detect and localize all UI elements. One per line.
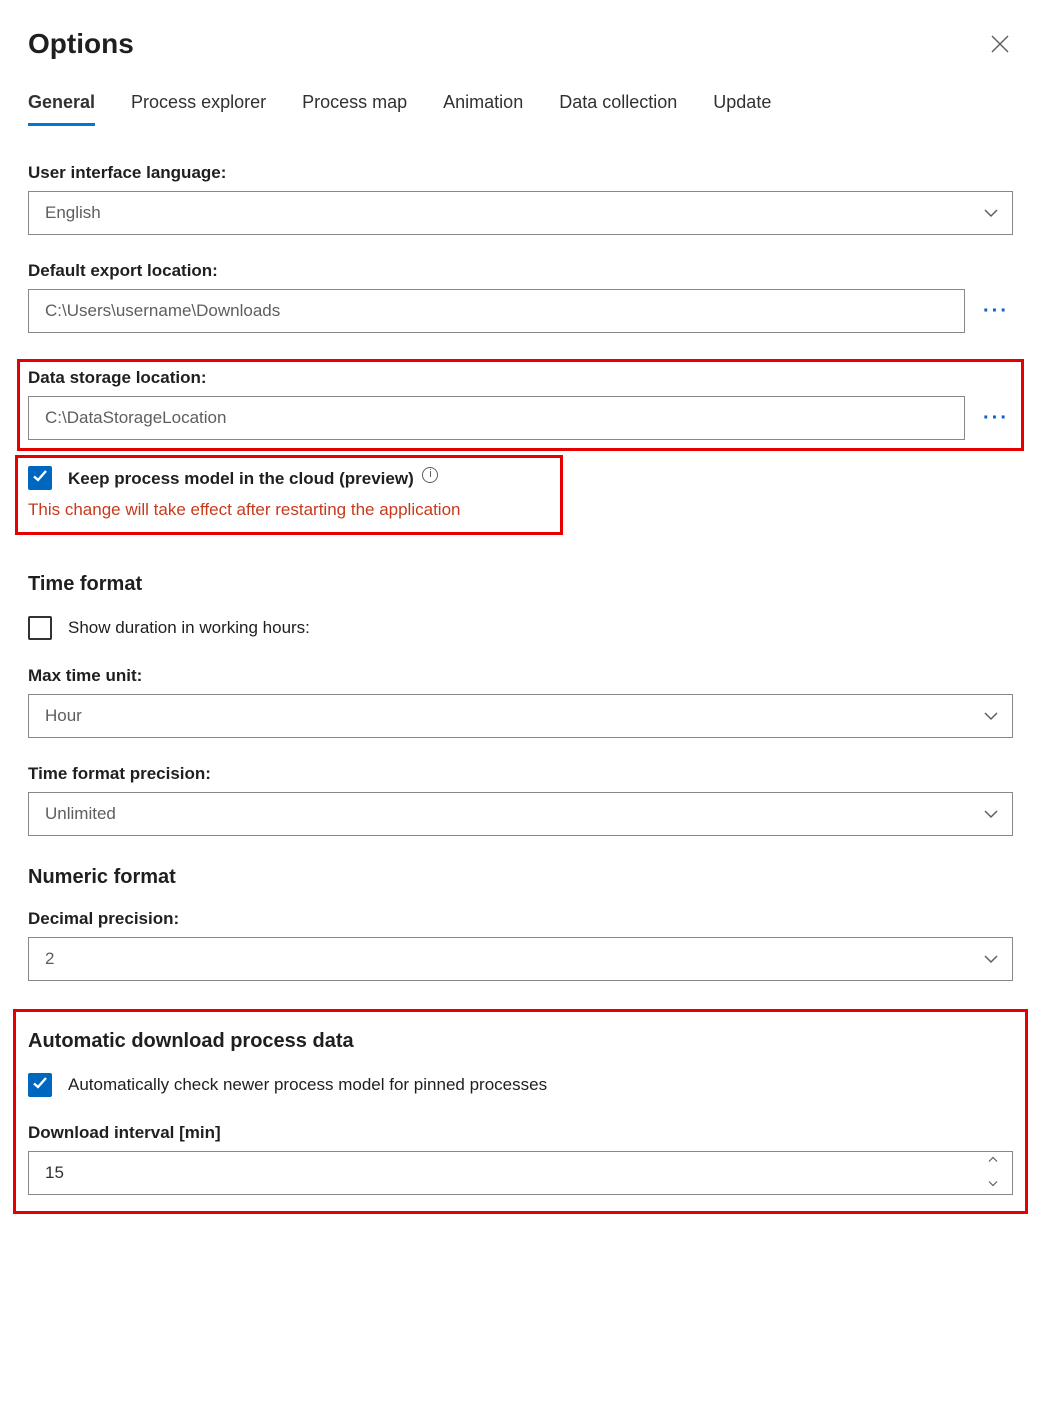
keep-cloud-label: Keep process model in the cloud (preview… [68, 469, 414, 488]
show-duration-checkbox[interactable] [28, 616, 52, 640]
tab-update[interactable]: Update [713, 92, 771, 126]
close-icon [991, 35, 1009, 53]
data-storage-input[interactable]: C:\DataStorageLocation [28, 396, 965, 440]
data-storage-label: Data storage location: [28, 368, 1013, 388]
time-precision-label: Time format precision: [28, 764, 1013, 784]
export-location-browse-button[interactable]: ··· [979, 301, 1013, 321]
language-value: English [45, 203, 101, 223]
decimal-precision-label: Decimal precision: [28, 909, 1013, 929]
chevron-down-icon [984, 706, 998, 726]
keep-cloud-warning: This change will take effect after resta… [28, 500, 550, 520]
export-location-label: Default export location: [28, 261, 1013, 281]
chevron-down-icon [984, 203, 998, 223]
page-title: Options [28, 28, 134, 60]
numeric-format-heading: Numeric format [28, 866, 1013, 889]
chevron-down-icon [984, 804, 998, 824]
max-time-unit-label: Max time unit: [28, 666, 1013, 686]
ellipsis-icon: ··· [983, 300, 1009, 322]
export-location-value: C:\Users\username\Downloads [45, 301, 280, 321]
time-precision-value: Unlimited [45, 804, 116, 824]
keep-cloud-checkbox[interactable] [28, 466, 52, 490]
auto-check-checkbox[interactable] [28, 1073, 52, 1097]
download-interval-value: 15 [45, 1163, 64, 1183]
max-time-unit-select[interactable]: Hour [28, 694, 1013, 738]
download-interval-label: Download interval [min] [28, 1123, 1013, 1143]
check-icon [32, 1075, 48, 1096]
max-time-unit-value: Hour [45, 706, 82, 726]
decimal-precision-select[interactable]: 2 [28, 937, 1013, 981]
decimal-precision-value: 2 [45, 949, 54, 969]
chevron-down-icon [984, 1177, 1002, 1192]
tab-general[interactable]: General [28, 92, 95, 126]
language-label: User interface language: [28, 163, 1013, 183]
spinner-up-button[interactable] [980, 1154, 1006, 1168]
tabs: General Process explorer Process map Ani… [28, 92, 1013, 127]
chevron-up-icon [984, 1153, 1002, 1168]
info-icon[interactable]: i [422, 467, 438, 483]
auto-download-heading: Automatic download process data [28, 1030, 1013, 1053]
auto-check-label: Automatically check newer process model … [68, 1075, 547, 1095]
spinner-down-button[interactable] [980, 1178, 1006, 1192]
tab-animation[interactable]: Animation [443, 92, 523, 126]
show-duration-label: Show duration in working hours: [68, 618, 310, 638]
close-button[interactable] [987, 31, 1013, 57]
time-format-heading: Time format [28, 573, 1013, 596]
language-select[interactable]: English [28, 191, 1013, 235]
tab-data-collection[interactable]: Data collection [559, 92, 677, 126]
check-icon [32, 468, 48, 489]
tab-process-explorer[interactable]: Process explorer [131, 92, 266, 126]
chevron-down-icon [984, 949, 998, 969]
ellipsis-icon: ··· [983, 407, 1009, 429]
data-storage-browse-button[interactable]: ··· [979, 408, 1013, 428]
download-interval-input[interactable]: 15 [28, 1151, 1013, 1195]
time-precision-select[interactable]: Unlimited [28, 792, 1013, 836]
data-storage-value: C:\DataStorageLocation [45, 408, 226, 428]
tab-process-map[interactable]: Process map [302, 92, 407, 126]
export-location-input[interactable]: C:\Users\username\Downloads [28, 289, 965, 333]
